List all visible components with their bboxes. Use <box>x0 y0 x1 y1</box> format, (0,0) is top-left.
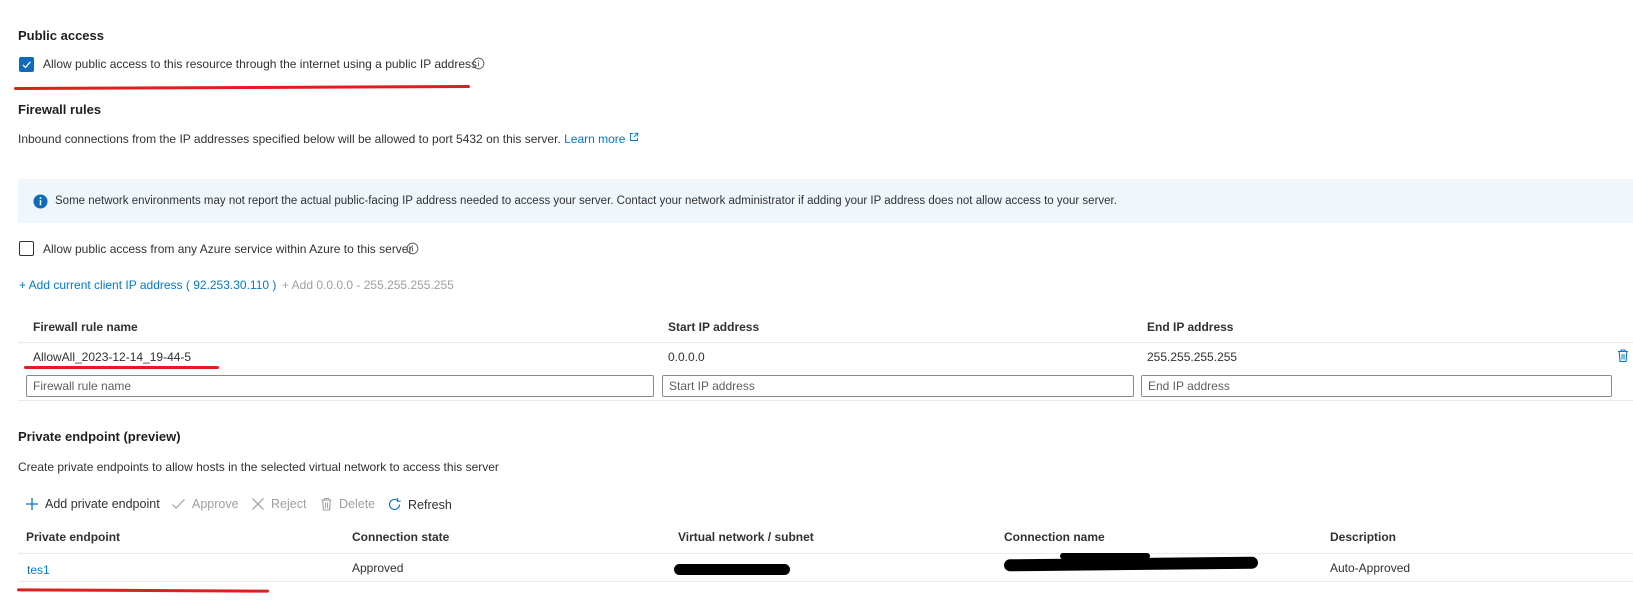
public-access-checkbox[interactable] <box>19 57 34 72</box>
info-icon[interactable] <box>472 57 485 75</box>
col-description: Description <box>1330 530 1397 544</box>
refresh-icon <box>388 498 401 511</box>
private-endpoint-description: Create private endpoints to allow hosts … <box>18 460 499 474</box>
public-access-checkbox-label: Allow public access to this resource thr… <box>43 57 478 71</box>
firewall-description-text: Inbound connections from the IP addresse… <box>18 132 561 146</box>
col-connection-name: Connection name <box>1004 530 1105 544</box>
azure-services-checkbox-label: Allow public access from any Azure servi… <box>43 242 413 256</box>
info-filled-icon <box>33 194 48 214</box>
start-ip-input[interactable] <box>662 375 1134 397</box>
public-access-heading: Public access <box>18 28 104 43</box>
end-ip-input[interactable] <box>1141 375 1612 397</box>
check-icon <box>172 499 185 509</box>
x-icon <box>252 498 264 510</box>
firewall-rule-name-cell: AllowAll_2023-12-14_19-44-5 <box>33 350 192 364</box>
delete-label: Delete <box>339 497 376 511</box>
col-private-endpoint: Private endpoint <box>26 530 121 544</box>
checkmark-icon <box>22 61 31 69</box>
delete-button[interactable]: Delete <box>320 497 375 511</box>
annotation-underline <box>24 366 219 369</box>
add-all-ip-button[interactable]: + Add 0.0.0.0 - 255.255.255.255 <box>282 278 454 292</box>
description-cell: Auto-Approved <box>1330 561 1411 575</box>
col-end-ip: End IP address <box>1147 320 1234 334</box>
delete-icon <box>321 497 332 511</box>
refresh-label: Refresh <box>408 497 452 512</box>
firewall-description: Inbound connections from the IP addresse… <box>18 132 639 146</box>
table-divider <box>18 553 1633 554</box>
add-private-endpoint-button[interactable]: Add private endpoint <box>25 497 160 511</box>
learn-more-label: Learn more <box>564 132 626 146</box>
plus-icon <box>26 498 38 510</box>
firewall-rule-name-input[interactable] <box>26 375 654 397</box>
approve-label: Approve <box>192 497 239 511</box>
table-divider <box>18 342 1633 343</box>
connection-state-cell: Approved <box>352 561 404 575</box>
col-firewall-rule-name: Firewall rule name <box>33 320 138 334</box>
firewall-heading: Firewall rules <box>18 102 102 117</box>
reject-button[interactable]: Reject <box>251 497 306 511</box>
add-private-endpoint-label: Add private endpoint <box>45 497 160 511</box>
firewall-start-ip-cell: 0.0.0.0 <box>668 350 705 364</box>
redacted-vnet <box>674 564 790 575</box>
info-banner-text: Some network environments may not report… <box>55 195 1117 207</box>
table-divider <box>18 400 1633 401</box>
azure-services-checkbox[interactable] <box>19 241 34 256</box>
refresh-button[interactable]: Refresh <box>387 497 452 512</box>
learn-more-link[interactable]: Learn more <box>564 132 639 146</box>
info-icon[interactable] <box>406 242 419 260</box>
approve-button[interactable]: Approve <box>171 497 239 511</box>
redacted-connection-name-top <box>1060 553 1150 559</box>
col-virtual-network: Virtual network / subnet <box>678 530 814 544</box>
annotation-underline <box>16 588 270 593</box>
annotation-underline <box>13 85 471 90</box>
firewall-end-ip-cell: 255.255.255.255 <box>1147 350 1238 364</box>
external-link-icon <box>629 132 639 141</box>
reject-label: Reject <box>271 497 307 511</box>
table-divider <box>18 581 1633 582</box>
add-client-ip-button[interactable]: + Add current client IP address ( 92.253… <box>19 278 276 292</box>
col-connection-state: Connection state <box>352 530 450 544</box>
private-endpoint-link[interactable]: tes1 <box>27 563 50 577</box>
col-start-ip: Start IP address <box>668 320 760 334</box>
private-endpoint-heading: Private endpoint (preview) <box>18 429 181 444</box>
trash-icon[interactable] <box>1616 348 1630 368</box>
